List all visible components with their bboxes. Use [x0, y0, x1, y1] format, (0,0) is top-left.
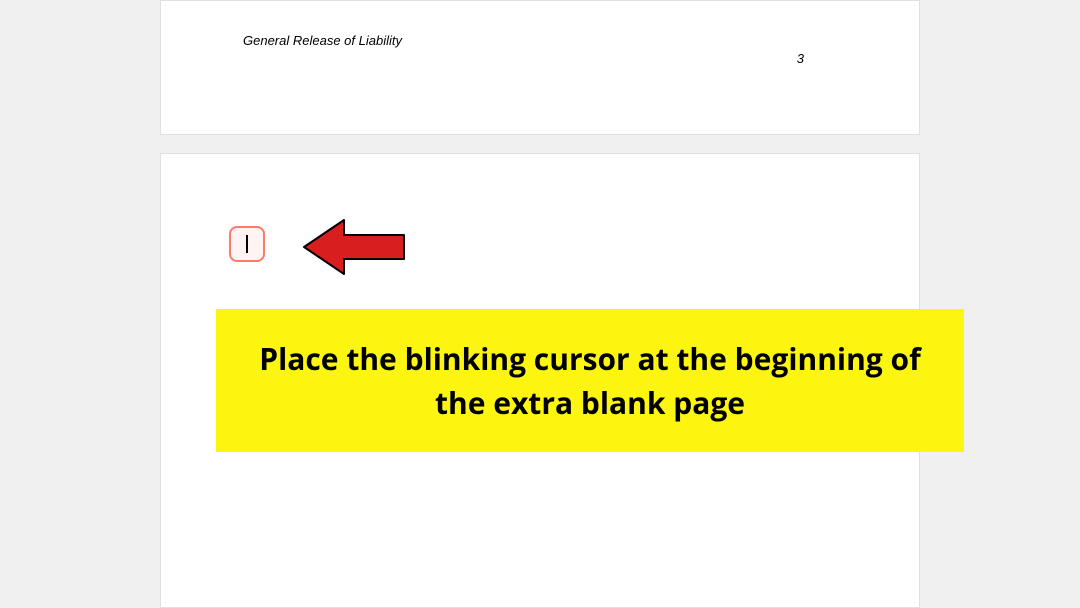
document-page-3-bottom[interactable]: General Release of Liability 3 — [160, 0, 920, 135]
editor-viewport: General Release of Liability 3 Place the… — [0, 0, 1080, 608]
page-number: 3 — [797, 51, 804, 66]
instruction-text: Place the blinking cursor at the beginni… — [256, 337, 924, 424]
document-blank-page[interactable]: Place the blinking cursor at the beginni… — [160, 153, 920, 608]
page-area: General Release of Liability 3 Place the… — [160, 0, 920, 608]
arrow-annotation-icon — [296, 212, 416, 282]
cursor-highlight-box — [229, 226, 265, 262]
page-header-text: General Release of Liability — [243, 33, 402, 48]
text-cursor-icon — [246, 235, 248, 253]
instruction-banner: Place the blinking cursor at the beginni… — [216, 309, 964, 452]
